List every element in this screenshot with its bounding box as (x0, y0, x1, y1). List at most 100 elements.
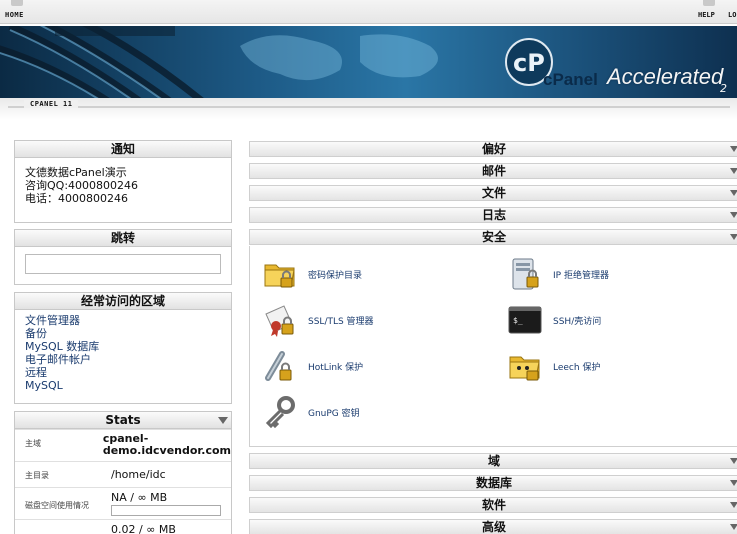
stats-row-disk-usage: 磁盘空间使用情况 NA / ∞ MB (15, 487, 231, 519)
security-item-label: SSH/壳访问 (553, 316, 602, 327)
folder-face-lock-icon (507, 348, 543, 384)
logout-link[interactable]: LO (728, 11, 736, 19)
notice-content: 文德数据cPanel演示 咨询QQ:4000800246 电话：40008002… (15, 158, 231, 220)
section-title: 偏好 (481, 142, 506, 156)
security-item-label: 密码保护目录 (308, 270, 363, 281)
security-item-label: SSL/TLS 管理器 (308, 316, 374, 327)
section-title: 域 (487, 454, 500, 468)
breadcrumb[interactable]: CPANEL 11 (24, 100, 79, 108)
expand-arrow-icon (730, 212, 737, 218)
security-panel: 密码保护目录 IP 拒绝管理器 SSL/TLS 管理器 $_ SSH/壳访问 H… (249, 246, 737, 447)
stats-key: 主目录 (25, 471, 49, 480)
security-item-label: GnuPG 密钥 (308, 408, 360, 419)
stats-value-cell: NA / ∞ MB (101, 488, 231, 519)
favorite-backup[interactable]: 备份 (25, 327, 221, 340)
key-icon (262, 394, 298, 430)
gnupg-keys-link[interactable]: GnuPG 密钥 (262, 394, 360, 430)
section-title: 数据库 (475, 476, 512, 490)
favorite-file-manager[interactable]: 文件管理器 (25, 314, 221, 327)
certificate-lock-icon (262, 302, 298, 338)
stats-header[interactable]: Stats (15, 412, 231, 429)
home-icon (11, 0, 23, 6)
section-domains[interactable]: 域 (249, 453, 737, 469)
home-label: HOME (5, 11, 24, 19)
section-title: 安全 (481, 230, 506, 244)
expand-arrow-icon (730, 480, 737, 486)
notice-line: 电话：4000800246 (25, 192, 128, 205)
stats-key (15, 520, 101, 534)
favorite-remote[interactable]: 远程 (25, 366, 221, 379)
favorite-mysql[interactable]: MySQL (25, 379, 221, 392)
stats-row-next: 0.02 / ∞ MB (15, 519, 231, 534)
section-title: 软件 (481, 498, 506, 512)
frequently-accessed-list: 文件管理器 备份 MySQL 数据库 电子邮件帐户 远程 MySQL (15, 310, 231, 398)
jump-search-input[interactable] (25, 254, 221, 274)
leech-protection-link[interactable]: Leech 保护 (507, 348, 600, 384)
server-deny-icon (507, 256, 543, 292)
link-lock-icon (262, 348, 298, 384)
notice-box: 通知 文德数据cPanel演示 咨询QQ:4000800246 电话：40008… (14, 140, 232, 223)
svg-text:cP: cP (513, 49, 545, 77)
stats-value: 0.02 / ∞ MB (111, 523, 176, 534)
section-security[interactable]: 安全 (249, 229, 737, 245)
expand-arrow-icon (730, 524, 737, 530)
expand-arrow-icon (730, 168, 737, 174)
section-title: 文件 (481, 186, 506, 200)
security-item-label: Leech 保护 (553, 362, 601, 373)
help-link[interactable]: HELP (698, 0, 722, 22)
stats-key: 磁盘空间使用情况 (25, 501, 89, 510)
expand-arrow-icon (730, 190, 737, 196)
top-navigation-bar: HOME HELP LO (0, 0, 737, 24)
expand-arrow-icon (730, 458, 737, 464)
help-label: HELP (698, 11, 715, 19)
stats-row-home-dir: 主目录 /home/idc (15, 461, 231, 487)
cpanel-banner: cP cPanel Accelerated 2 (0, 26, 737, 98)
stats-value: cpanel-demo.idcvendor.com (102, 432, 231, 457)
ssh-shell-access-link[interactable]: $_ SSH/壳访问 (507, 302, 601, 338)
password-protect-directories-link[interactable]: 密码保护目录 (262, 256, 362, 292)
expand-arrow-icon (730, 146, 737, 152)
section-title: 日志 (481, 208, 506, 222)
notice-line: 咨询QQ:4000800246 (25, 179, 139, 192)
terminal-icon: $_ (507, 302, 543, 338)
ssl-tls-manager-link[interactable]: SSL/TLS 管理器 (262, 302, 374, 338)
frequently-accessed-box: 经常访问的区域 文件管理器 备份 MySQL 数据库 电子邮件帐户 远程 MyS… (14, 292, 232, 404)
security-item-label: HotLink 保护 (308, 362, 364, 373)
breadcrumb-bar: CPANEL 11 (0, 98, 737, 120)
stats-value: NA / ∞ MB (111, 491, 168, 504)
section-advanced[interactable]: 高级 (249, 519, 737, 534)
accelerated-wordmark: Accelerated (607, 64, 724, 89)
section-logs[interactable]: 日志 (249, 207, 737, 223)
stats-value: /home/idc (111, 468, 166, 481)
breadcrumb-rule (8, 106, 730, 108)
expand-arrow-icon (730, 502, 737, 508)
jump-title: 跳转 (15, 230, 231, 247)
hotlink-protection-link[interactable]: HotLink 保护 (262, 348, 363, 384)
favorite-mysql-databases[interactable]: MySQL 数据库 (25, 340, 221, 353)
frequently-accessed-title: 经常访问的区域 (15, 293, 231, 310)
collapse-arrow-icon[interactable] (218, 417, 228, 424)
section-files[interactable]: 文件 (249, 185, 737, 201)
home-link[interactable]: HOME (5, 0, 35, 22)
section-software[interactable]: 软件 (249, 497, 737, 513)
security-item-label: IP 拒绝管理器 (553, 270, 609, 281)
section-title: 邮件 (481, 164, 506, 178)
section-title: 高级 (481, 520, 506, 534)
jump-box: 跳转 (14, 229, 232, 285)
section-mail[interactable]: 邮件 (249, 163, 737, 179)
section-databases[interactable]: 数据库 (249, 475, 737, 491)
help-icon (703, 0, 715, 6)
stats-key: 主域 (25, 439, 41, 448)
stats-box: Stats 主域 cpanel-demo.idcvendor.com 主目录 /… (14, 411, 232, 534)
svg-text:$_: $_ (513, 316, 523, 325)
favorite-email-accounts[interactable]: 电子邮件帐户 (25, 353, 221, 366)
stats-title: Stats (105, 413, 141, 427)
disk-usage-bar (111, 505, 221, 516)
notice-title: 通知 (15, 141, 231, 158)
expand-arrow-icon (730, 234, 737, 240)
folder-lock-icon (262, 256, 298, 292)
ip-deny-manager-link[interactable]: IP 拒绝管理器 (507, 256, 609, 292)
stats-row-main-domain: 主域 cpanel-demo.idcvendor.com (15, 429, 231, 461)
section-preferences[interactable]: 偏好 (249, 141, 737, 157)
version-mark: 2 (720, 82, 727, 95)
